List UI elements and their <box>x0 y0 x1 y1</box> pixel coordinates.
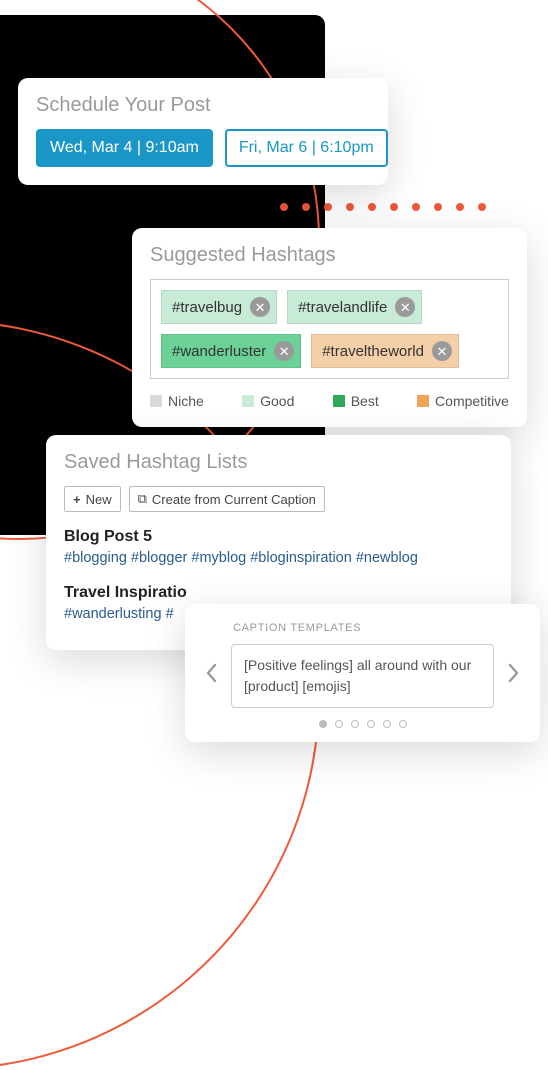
button-label: Create from Current Caption <box>152 492 316 507</box>
caption-templates-card: CAPTION TEMPLATES [Positive feelings] al… <box>185 604 540 742</box>
card-title: Schedule Your Post <box>36 94 370 117</box>
hashtag-chip[interactable]: #travelbug ✕ <box>161 290 277 324</box>
list-tags: #blogging #blogger #myblog #bloginspirat… <box>64 550 493 566</box>
pager-dot[interactable] <box>367 720 375 728</box>
template-pager <box>199 720 526 728</box>
hashtag-chip[interactable]: #traveltheworld ✕ <box>311 334 459 368</box>
button-label: New <box>86 492 112 507</box>
schedule-time-option[interactable]: Wed, Mar 4 | 9:10am <box>36 129 213 167</box>
next-template-button[interactable] <box>500 663 526 689</box>
legend-best: Best <box>333 393 379 409</box>
chevron-left-icon <box>205 663 219 683</box>
schedule-post-card: Schedule Your Post Wed, Mar 4 | 9:10am F… <box>18 78 388 185</box>
hashtag-label: #traveltheworld <box>322 343 424 360</box>
pager-dot[interactable] <box>351 720 359 728</box>
pager-dot[interactable] <box>399 720 407 728</box>
hashtag-label: #wanderluster <box>172 343 266 360</box>
create-from-caption-button[interactable]: ⧉ Create from Current Caption <box>129 486 325 512</box>
schedule-time-option[interactable]: Fri, Mar 6 | 6:10pm <box>225 129 388 167</box>
card-title: CAPTION TEMPLATES <box>199 622 526 634</box>
list-count: 5 <box>143 528 152 545</box>
remove-hashtag-icon[interactable]: ✕ <box>395 297 415 317</box>
pager-dot[interactable] <box>335 720 343 728</box>
remove-hashtag-icon[interactable]: ✕ <box>250 297 270 317</box>
plus-icon: + <box>73 492 81 507</box>
pager-dot[interactable] <box>383 720 391 728</box>
remove-hashtag-icon[interactable]: ✕ <box>274 341 294 361</box>
hashtag-legend: Niche Good Best Competitive <box>150 393 509 409</box>
remove-hashtag-icon[interactable]: ✕ <box>432 341 452 361</box>
card-title: Suggested Hashtags <box>150 244 509 267</box>
saved-list-item[interactable]: Blog Post 5 #blogging #blogger #myblog #… <box>64 528 493 566</box>
hashtag-chip[interactable]: #wanderluster ✕ <box>161 334 301 368</box>
prev-template-button[interactable] <box>199 663 225 689</box>
caption-template-text[interactable]: [Positive feelings] all around with our … <box>231 644 494 708</box>
legend-good: Good <box>242 393 294 409</box>
duplicate-icon: ⧉ <box>138 491 147 507</box>
pager-dot[interactable] <box>319 720 327 728</box>
hashtag-label: #travelandlife <box>298 299 387 316</box>
legend-niche: Niche <box>150 393 204 409</box>
card-title: Saved Hashtag Lists <box>64 451 493 474</box>
decorative-dots <box>280 203 486 211</box>
hashtag-chip[interactable]: #travelandlife ✕ <box>287 290 422 324</box>
hashtag-container: #travelbug ✕ #travelandlife ✕ #wanderlus… <box>150 279 509 379</box>
new-list-button[interactable]: + New <box>64 486 121 512</box>
list-name: Blog Post <box>64 528 139 545</box>
chevron-right-icon <box>506 663 520 683</box>
list-name: Travel Inspiratio <box>64 584 187 601</box>
hashtag-label: #travelbug <box>172 299 242 316</box>
legend-competitive: Competitive <box>417 393 509 409</box>
suggested-hashtags-card: Suggested Hashtags #travelbug ✕ #travela… <box>132 228 527 427</box>
